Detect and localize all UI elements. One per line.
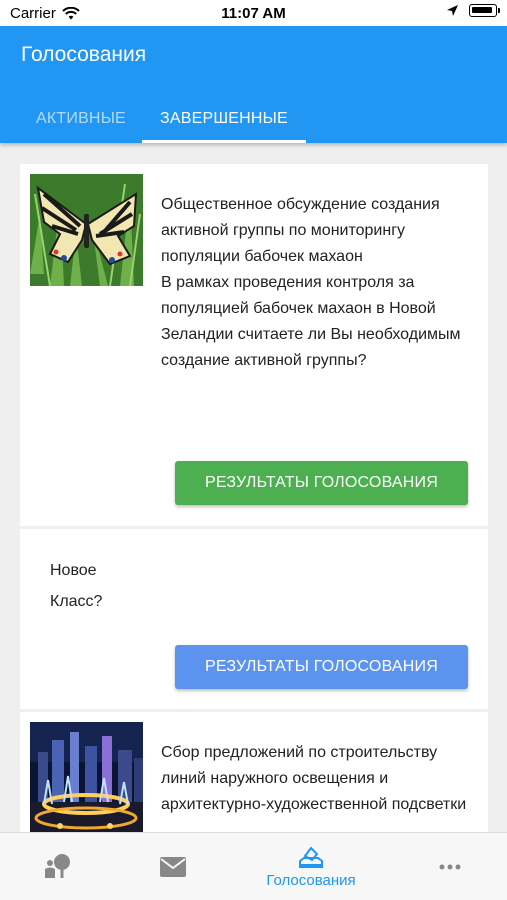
poll-text: Сбор предложений по строительству линий … [161, 740, 474, 818]
status-bar: Carrier 11:07 AM [0, 0, 507, 26]
tab-active[interactable]: АКТИВНЫЕ [20, 94, 142, 143]
nav-label-votes: Голосования [266, 872, 356, 889]
mail-icon [160, 857, 186, 877]
poll-title: Общественное обсуждение создания активно… [161, 196, 440, 265]
poll-card[interactable]: Общественное обсуждение создания активно… [20, 164, 488, 526]
bottom-nav: Голосования [0, 832, 507, 900]
nav-item-profile[interactable] [28, 833, 88, 900]
poll-card[interactable]: Сбор предложений по строительству линий … [20, 712, 488, 832]
app-header: Голосования АКТИВНЫЕ ЗАВЕРШЕННЫЕ [0, 26, 507, 143]
more-icon [439, 864, 461, 870]
person-tree-icon [45, 854, 70, 878]
tab-completed[interactable]: ЗАВЕРШЕННЫЕ [141, 94, 306, 143]
poll-text: Новое Класс? [50, 555, 474, 617]
nav-item-messages[interactable] [143, 833, 203, 900]
poll-title: Сбор предложений по строительству линий … [161, 744, 467, 813]
poll-list[interactable]: Общественное обсуждение создания активно… [0, 143, 507, 832]
battery-icon [469, 4, 500, 17]
nav-item-more[interactable] [420, 833, 480, 900]
poll-text: Общественное обсуждение создания активно… [161, 192, 474, 374]
poll-title: Новое [50, 562, 97, 579]
location-arrow-icon [447, 5, 458, 16]
butterfly-image [30, 174, 143, 286]
poll-question: Класс? [50, 593, 103, 610]
status-time: 11:07 AM [221, 5, 286, 22]
status-right [446, 4, 500, 17]
results-button[interactable]: РЕЗУЛЬТАТЫ ГОЛОСОВАНИЯ [175, 645, 468, 689]
nav-item-votes[interactable]: Голосования [250, 833, 372, 900]
tab-bar: АКТИВНЫЕ ЗАВЕРШЕННЫЕ [20, 94, 306, 143]
poll-question: В рамках проведения контроля за популяци… [161, 274, 461, 369]
vote-box-icon [299, 846, 323, 868]
poll-card[interactable]: Новое Класс? РЕЗУЛЬТАТЫ ГОЛОСОВАНИЯ [20, 529, 488, 709]
page-title: Голосования [21, 43, 147, 66]
results-button[interactable]: РЕЗУЛЬТАТЫ ГОЛОСОВАНИЯ [175, 461, 468, 505]
city-lights-image [30, 722, 143, 832]
